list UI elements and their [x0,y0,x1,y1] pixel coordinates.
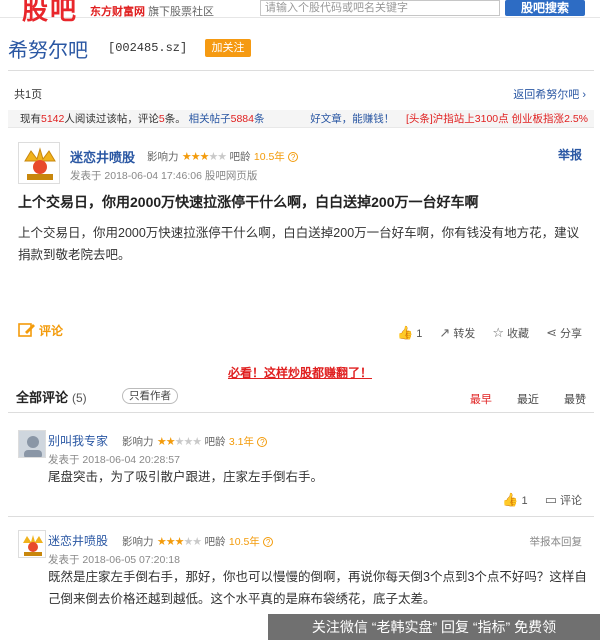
comment-text: 尾盘突击，为了吸引散户跟进，庄家左手倒右手。 [48,470,324,484]
page-count: 共1页 [14,89,43,101]
stats-promos: 好文章，能赚钱！ [头条]沪指站上3100点 创业板指涨2.5% [310,110,588,128]
comment-time: 发表于 2018-06-04 20:28:57 [48,454,180,466]
related-posts-link[interactable]: 相关帖子5884条 [189,113,265,125]
pagination-row: 共1页 返回希努尔吧 [14,86,586,102]
avatar[interactable] [18,530,46,558]
repost-button[interactable]: ↗ 转发 [439,325,475,340]
avatar[interactable] [18,142,60,184]
divider [8,516,594,517]
comment-time: 发表于 2018-06-05 07:20:18 [48,554,180,566]
help-icon[interactable]: ? [288,151,299,162]
reply-button[interactable]: ▭ 评论 [544,492,582,507]
bar-header: 希努尔吧 [002485.sz] 加关注 [0,28,600,68]
author-only-button[interactable]: 只看作者 [122,388,178,404]
repost-icon: ↗ [439,325,451,340]
comment-author-meta: 影响力 ★★★★★ 吧龄 10.5年 ? [122,534,274,549]
back-to-bar-link[interactable]: 返回希努尔吧 [513,86,586,102]
promo-link[interactable]: 必看！这样炒股都赚翻了！ [0,364,600,381]
divider [8,70,594,71]
bar-title[interactable]: 希努尔吧 [8,34,88,63]
thumbs-up-icon: 👍 [397,325,414,340]
sort-latest[interactable]: 最近 [517,394,539,406]
comment-icon: ▭ [544,492,557,507]
thumbs-up-icon: 👍 [502,492,519,507]
comment-actions: 👍 1 ▭ 评论 [488,492,582,508]
report-reply-link[interactable]: 举报本回复 [530,534,583,549]
star-icon: ☆ [492,325,505,340]
promo-link-headline[interactable]: [头条]沪指站上3100点 创业板指涨2.5% [406,113,588,125]
like-button[interactable]: 👍 1 [502,492,527,507]
collect-button[interactable]: ☆ 收藏 [492,325,529,340]
comment-text: 既然是庄家左手倒右手，那好，你也可以慢慢的倒啊，再说你每天倒3个点到3个点不好吗… [48,570,587,606]
comment-author[interactable]: 别叫我专家 [48,432,108,449]
comment-author-meta: 影响力 ★★★★★ 吧龄 3.1年 ? [122,434,268,449]
post-author-meta: 影响力 ★★★★★ 吧龄 10.5年 ? [147,149,299,164]
guba-logo[interactable]: 股吧 [22,0,78,27]
avatar[interactable] [18,430,46,458]
post-title: 上个交易日，你用2000万快速拉涨停干什么啊，白白送掉200万一台好车啊 [18,194,479,210]
influence-stars: ★★★★★ [181,151,227,163]
search-input[interactable]: 请输入个股代码或吧名关键字 [260,0,500,16]
post-author[interactable]: 迷恋井喷股 [70,147,135,166]
report-button[interactable]: 举报 [558,146,582,163]
comments-title: 全部评论 (5) [16,390,87,405]
help-icon[interactable]: ? [257,436,268,447]
sort-top[interactable]: 最赞 [564,394,586,406]
post-time: 发表于 2018-06-04 17:46:06 股吧网页版 [70,170,258,182]
comment-sort: 最早 最近 最赞 [448,391,586,407]
site-brand[interactable]: 东方财富网 旗下股票社区 [90,3,214,19]
comment-author[interactable]: 迷恋井喷股 [48,532,108,549]
follow-button[interactable]: 加关注 [205,39,251,57]
share-button[interactable]: ⋖ 分享 [546,325,582,340]
promo-link-article[interactable]: 好文章，能赚钱！ [310,113,394,125]
stats-bar: 现有5142人阅读过该帖，评论5条。 相关帖子5884条 好文章，能赚钱！ [头… [8,110,594,128]
divider [8,412,594,413]
help-icon[interactable]: ? [263,536,274,547]
top-bar: 股吧 东方财富网 旗下股票社区 请输入个股代码或吧名关键字 股吧搜索 [0,0,600,26]
share-icon: ⋖ [546,325,557,340]
comment-button[interactable]: 评论 [18,322,63,339]
reader-count: 5142 [41,113,65,125]
watermark-overlay: 关注微信 “老韩实盘” 回复 “指标” 免费领 [268,614,600,640]
edit-icon [18,322,36,338]
post-body: 上个交易日，你用2000万快速拉涨停干什么啊，白白送掉200万一台好车啊，你有钱… [18,226,580,262]
like-button[interactable]: 👍 1 [397,325,422,340]
stock-code: [002485.sz] [108,41,188,55]
sort-earliest[interactable]: 最早 [470,394,492,406]
search-button[interactable]: 股吧搜索 [505,0,585,16]
post-actions: 👍 1 ↗ 转发 ☆ 收藏 ⋖ 分享 [383,325,582,341]
